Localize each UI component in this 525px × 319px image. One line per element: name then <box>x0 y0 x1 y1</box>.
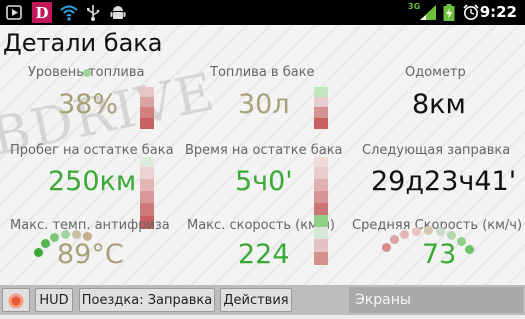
tile-value: 73 <box>422 239 457 270</box>
fuel-level-bar <box>140 87 154 129</box>
gauge-dot <box>465 245 474 254</box>
indicator-dot <box>83 69 91 77</box>
tile-value: 8км <box>412 89 466 120</box>
gauge-dot <box>41 239 50 248</box>
gauge-dot <box>424 226 433 235</box>
tile-label: Пробег на остатке бака <box>10 143 174 158</box>
gauge-dot <box>412 227 421 236</box>
usb-icon <box>87 5 100 21</box>
alarm-icon <box>463 4 479 20</box>
tile-label: Топлива в баке <box>210 65 315 80</box>
tile-label: Следующая заправка <box>362 143 511 158</box>
tile-label: Макс. темп. антифриза <box>10 218 170 233</box>
gauge-dot <box>61 230 70 239</box>
battery-icon <box>443 4 455 21</box>
video-icon <box>6 5 22 20</box>
gauge-dot <box>382 243 391 252</box>
tile-value: 29д23ч41' <box>371 166 517 197</box>
gauge-dot <box>457 237 466 246</box>
svg-text:D: D <box>35 4 48 22</box>
gauge-dot <box>436 227 445 236</box>
gauge-dot <box>400 230 409 239</box>
actions-button[interactable]: Действия <box>220 288 292 312</box>
tile-label: Время на остатке бака <box>185 143 343 158</box>
tile-label: Макс. скорость (км/ч) <box>187 218 335 233</box>
signal-icon <box>420 5 436 20</box>
page-title: Детали бака <box>3 29 163 57</box>
tile-value: 224 <box>238 239 290 270</box>
bottom-action-bar: HUD Поездка: Заправка Действия Экраны <box>0 285 525 315</box>
gauge-dot <box>34 248 43 257</box>
wifi-icon <box>60 5 78 21</box>
tank-details-panel: BDRIVE Детали бака Уровень топлива 38% Т… <box>0 25 525 285</box>
fuel-in-tank-bar <box>314 87 328 129</box>
gauge-dot <box>72 230 81 239</box>
gauge-dot <box>390 235 399 244</box>
record-button[interactable] <box>2 288 30 312</box>
tile-value: 89°C <box>57 239 124 270</box>
trip-refuel-button[interactable]: Поездка: Заправка <box>79 288 215 312</box>
gauge-dot <box>83 232 92 241</box>
record-icon <box>8 293 24 309</box>
hud-button[interactable]: HUD <box>35 288 73 312</box>
tile-value: 38% <box>58 89 119 120</box>
tile-label: Одометр <box>405 65 466 80</box>
gauge-dot <box>447 231 456 240</box>
status-bar: D 3G 9:22 <box>0 0 525 25</box>
tile-value: 30л <box>238 89 290 120</box>
tile-value: 250км <box>48 166 137 197</box>
max-speed-bar <box>314 215 328 265</box>
screens-tab[interactable]: Экраны <box>349 287 523 313</box>
android-icon <box>110 6 126 19</box>
status-clock: 9:22 <box>479 3 517 21</box>
tile-value: 5ч0' <box>235 166 293 197</box>
gauge-dot <box>50 233 59 242</box>
d-app-icon: D <box>32 2 52 23</box>
